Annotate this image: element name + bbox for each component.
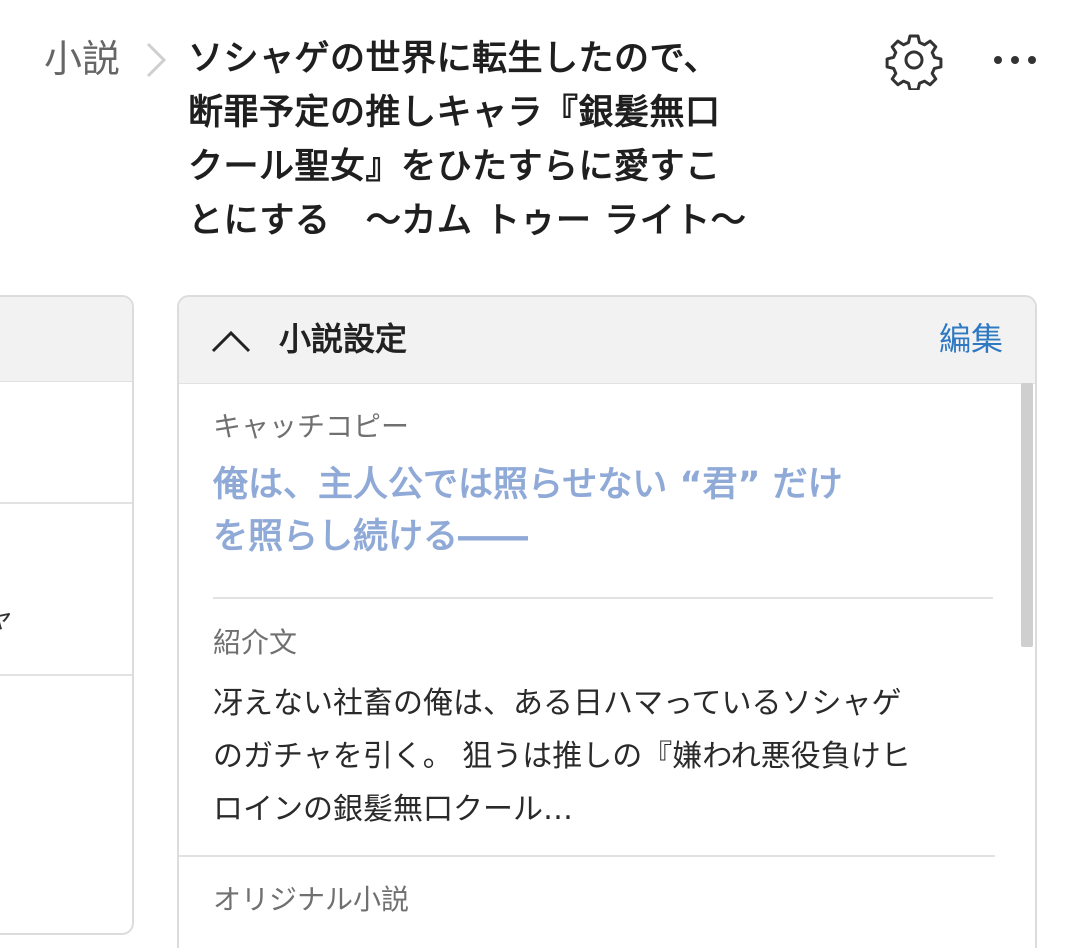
novel-detail-page: 小説 ソシャゲの世界に転生したので、 断罪予定の推しキャラ『銀髪無口 クール聖女… — [0, 0, 1080, 948]
left-divider — [0, 502, 132, 504]
novel-settings-panel: 小説設定 編集 キャッチコピー 俺は、主人公では照らせない “君” だけ を照ら… — [177, 295, 1037, 948]
scrollbar[interactable] — [1021, 383, 1033, 647]
catch-copy-text: 俺は、主人公では照らせない “君” だけ を照らし続ける―― — [213, 465, 843, 557]
page-title: ソシャゲの世界に転生したので、 断罪予定の推しキャラ『銀髪無口 クール聖女』をひ… — [188, 39, 747, 241]
more-icon[interactable] — [990, 40, 1040, 80]
intro-label: 紹介文 — [213, 626, 298, 659]
divider — [179, 855, 995, 857]
settings-header[interactable]: 小説設定 編集 — [179, 297, 1035, 384]
gear-icon[interactable] — [884, 30, 944, 90]
breadcrumb-parent-link[interactable]: 小説 — [44, 34, 120, 84]
left-divider — [0, 674, 132, 676]
settings-title: 小説設定 — [279, 320, 408, 358]
chevron-up-icon[interactable] — [209, 321, 253, 361]
left-panel-header — [0, 297, 132, 382]
divider — [213, 597, 993, 599]
edit-button[interactable]: 編集 — [939, 315, 1003, 363]
left-panel — [0, 295, 134, 935]
catch-copy-label: キャッチコピー — [213, 410, 410, 443]
chevron-right-icon — [146, 42, 167, 78]
intro-text: 冴えない社畜の俺は、ある日ハマっているソシャゲ のガチャを引く。 狙うは推しの『… — [213, 686, 911, 827]
original-novel-label: オリジナル小説 — [213, 883, 410, 916]
left-panel-partial-text: ャ — [0, 601, 15, 634]
